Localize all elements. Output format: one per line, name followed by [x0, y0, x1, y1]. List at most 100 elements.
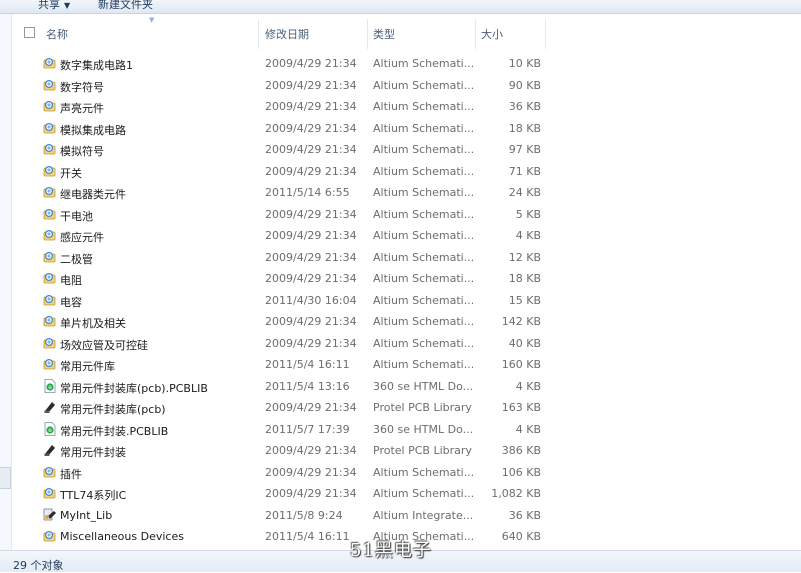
column-header-size[interactable]: 大小 [481, 26, 503, 41]
file-modified-date: 2011/5/7 17:39 [265, 422, 350, 436]
file-row[interactable]: 感应元件 2009/4/29 21:34 Altium Schemati... 4 K… [12, 225, 801, 247]
navigation-pane [0, 14, 12, 550]
file-size: 18 KB [508, 121, 541, 135]
file-row[interactable]: e 常用元件封装库(pcb).PCBLIB 2011/5/4 13:16 360 se… [12, 376, 801, 398]
watermark-text: 51黑电子 [350, 540, 432, 561]
file-row[interactable]: 模拟符号 2009/4/29 21:34 Altium Schemati... 97 … [12, 139, 801, 161]
file-row[interactable]: 数字符号 2009/4/29 21:34 Altium Schemati... 90 … [12, 75, 801, 97]
new-folder-button[interactable]: 新建文件夹 [98, 0, 153, 12]
svg-text:e: e [48, 384, 52, 391]
file-row[interactable]: 模拟集成电路 2009/4/29 21:34 Altium Schemati... 1… [12, 118, 801, 140]
file-name: TTL74系列IC [60, 489, 127, 502]
file-name: 常用元件封装.PCBLIB [60, 424, 169, 438]
file-type: Protel PCB Library [373, 444, 472, 457]
file-type: Altium Schemati... [373, 100, 473, 113]
file-type: Altium Schemati... [373, 465, 473, 479]
file-row[interactable]: 单片机及相关 2009/4/29 21:34 Altium Schemati... 1… [12, 311, 801, 333]
schematic-library-icon [43, 56, 57, 70]
file-modified-date: 2009/4/29 21:34 [265, 57, 357, 70]
pcb-library-icon [43, 443, 57, 457]
file-modified-date: 2009/4/29 21:34 [265, 465, 357, 479]
column-header: ▼ 名称 修改日期 类型 大小 [12, 14, 801, 50]
file-type: Altium Integrate... [373, 508, 473, 522]
pane-splitter-handle[interactable] [0, 467, 11, 489]
html-document-icon: e [43, 421, 57, 436]
file-size: 4 KB [515, 422, 541, 436]
file-row[interactable]: 电阻 2009/4/29 21:34 Altium Schemati... 18 KB [12, 268, 801, 290]
file-name: 电容 [60, 295, 82, 309]
file-modified-date: 2009/4/29 21:34 [265, 143, 357, 156]
column-divider[interactable] [258, 19, 259, 49]
share-menu-button[interactable]: 共享 ▼ [38, 0, 70, 12]
chevron-down-icon: ▼ [64, 1, 71, 10]
file-size: 18 KB [508, 272, 541, 285]
file-type: Altium Schemati... [373, 164, 473, 178]
file-row[interactable]: 二极管 2009/4/29 21:34 Altium Schemati... 12 K… [12, 247, 801, 269]
file-modified-date: 2009/4/29 21:34 [265, 401, 357, 414]
file-row[interactable]: 开关 2009/4/29 21:34 Altium Schemati... 71 KB [12, 161, 801, 183]
file-row[interactable]: 常用元件库 2011/5/4 16:11 Altium Schemati... 160… [12, 354, 801, 376]
file-type: Altium Schemati... [373, 186, 473, 199]
file-modified-date: 2009/4/29 21:34 [265, 229, 357, 242]
file-type: Altium Schemati... [373, 487, 473, 500]
file-row[interactable]: TTL74系列IC 2009/4/29 21:34 Altium Schemati.… [12, 483, 801, 505]
column-header-date[interactable]: 修改日期 [265, 26, 309, 41]
file-row[interactable]: MyInt_Lib 2011/5/8 9:24 Altium Integrate..… [12, 505, 801, 527]
file-modified-date: 2011/4/30 16:04 [265, 293, 357, 307]
file-row[interactable]: 常用元件封装 2009/4/29 21:34 Protel PCB Library 3… [12, 440, 801, 462]
file-modified-date: 2011/5/4 16:11 [265, 530, 350, 543]
file-size: 90 KB [508, 78, 541, 92]
file-modified-date: 2011/5/14 6:55 [265, 186, 350, 199]
file-size: 4 KB [515, 379, 541, 393]
file-type: 360 se HTML Do... [373, 422, 473, 436]
column-divider[interactable] [367, 19, 368, 49]
file-modified-date: 2009/4/29 21:34 [265, 336, 357, 350]
column-divider[interactable] [545, 19, 546, 49]
file-name: Miscellaneous Devices [60, 530, 184, 543]
file-size: 71 KB [508, 164, 541, 178]
schematic-library-icon [43, 78, 57, 92]
file-size: 640 KB [501, 530, 541, 543]
file-row[interactable]: 继电器类元件 2011/5/14 6:55 Altium Schemati... 24… [12, 182, 801, 204]
file-size: 15 KB [508, 293, 541, 307]
column-header-name[interactable]: 名称 [46, 26, 68, 41]
file-size: 163 KB [501, 401, 541, 414]
file-size: 5 KB [515, 207, 541, 221]
file-row[interactable]: 常用元件封装库(pcb) 2009/4/29 21:34 Protel PCB Li… [12, 397, 801, 419]
file-modified-date: 2011/5/4 16:11 [265, 358, 350, 371]
file-size: 40 KB [508, 336, 541, 350]
file-row[interactable]: 电容 2011/4/30 16:04 Altium Schemati... 15 KB [12, 290, 801, 312]
file-size: 142 KB [501, 315, 541, 328]
html-document-icon: e [43, 378, 57, 393]
svg-text:e: e [48, 427, 52, 434]
file-name: 电阻 [60, 274, 82, 287]
schematic-library-icon [43, 357, 57, 371]
file-list: 数字集成电路1 2009/4/29 21:34 Altium Schemati...… [12, 53, 801, 548]
integrated-library-icon [43, 508, 57, 522]
file-size: 1,082 KB [491, 487, 541, 500]
file-name: 场效应管及可控硅 [60, 338, 148, 352]
file-row[interactable]: 插件 2009/4/29 21:34 Altium Schemati... 106 K… [12, 462, 801, 484]
file-row[interactable]: 干电池 2009/4/29 21:34 Altium Schemati... 5 KB [12, 204, 801, 226]
file-size: 106 KB [501, 465, 541, 479]
column-header-type[interactable]: 类型 [373, 26, 395, 41]
file-name: 继电器类元件 [60, 188, 126, 201]
column-divider[interactable] [475, 19, 476, 49]
file-modified-date: 2009/4/29 21:34 [265, 250, 357, 264]
file-row[interactable]: 声亮元件 2009/4/29 21:34 Altium Schemati... 36 … [12, 96, 801, 118]
file-type: Altium Schemati... [373, 57, 473, 70]
file-name: 感应元件 [60, 231, 104, 244]
file-type: Altium Schemati... [373, 143, 473, 156]
file-row[interactable]: 数字集成电路1 2009/4/29 21:34 Altium Schemati...… [12, 53, 801, 75]
file-name: 插件 [60, 467, 82, 481]
file-name: 数字集成电路1 [60, 59, 133, 72]
file-row[interactable]: e 常用元件封装.PCBLIB 2011/5/7 17:39 360 se HTML … [12, 419, 801, 441]
file-modified-date: 2009/4/29 21:34 [265, 315, 357, 328]
select-all-checkbox[interactable] [24, 27, 35, 38]
command-bar: 共享 ▼ 新建文件夹 [0, 0, 801, 14]
schematic-library-icon [43, 314, 57, 328]
file-size: 36 KB [508, 100, 541, 113]
file-name: 声亮元件 [60, 102, 104, 115]
schematic-library-icon [43, 99, 57, 113]
file-row[interactable]: 场效应管及可控硅 2009/4/29 21:34 Altium Schemati..… [12, 333, 801, 355]
